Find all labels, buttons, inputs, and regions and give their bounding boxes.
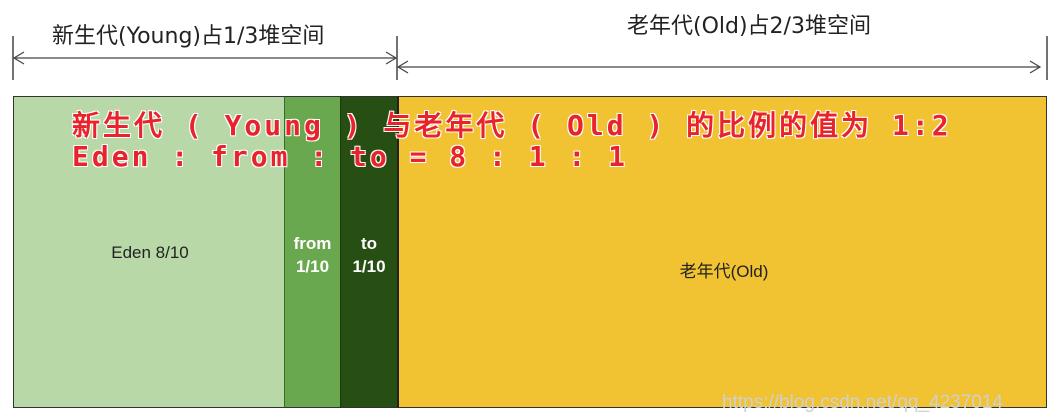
old-label: 老年代(Old) — [679, 262, 769, 281]
to-label: to — [360, 234, 378, 253]
from-ratio: 1/10 — [295, 257, 330, 276]
ratio-annotation-line1: 新生代 ( Young ) 与老年代 ( Old ) 的比例的值为 1:2 — [72, 109, 952, 142]
eden-label: Eden 8/10 — [111, 243, 189, 262]
watermark: https://blog.csdn.net/qq_4237014 — [722, 392, 1004, 413]
from-label: from — [293, 234, 332, 253]
ratio-annotation-line2: Eden : from : to = 8 : 1 : 1 — [72, 140, 629, 173]
to-ratio: 1/10 — [352, 257, 386, 276]
dimension-lines — [12, 36, 1048, 80]
